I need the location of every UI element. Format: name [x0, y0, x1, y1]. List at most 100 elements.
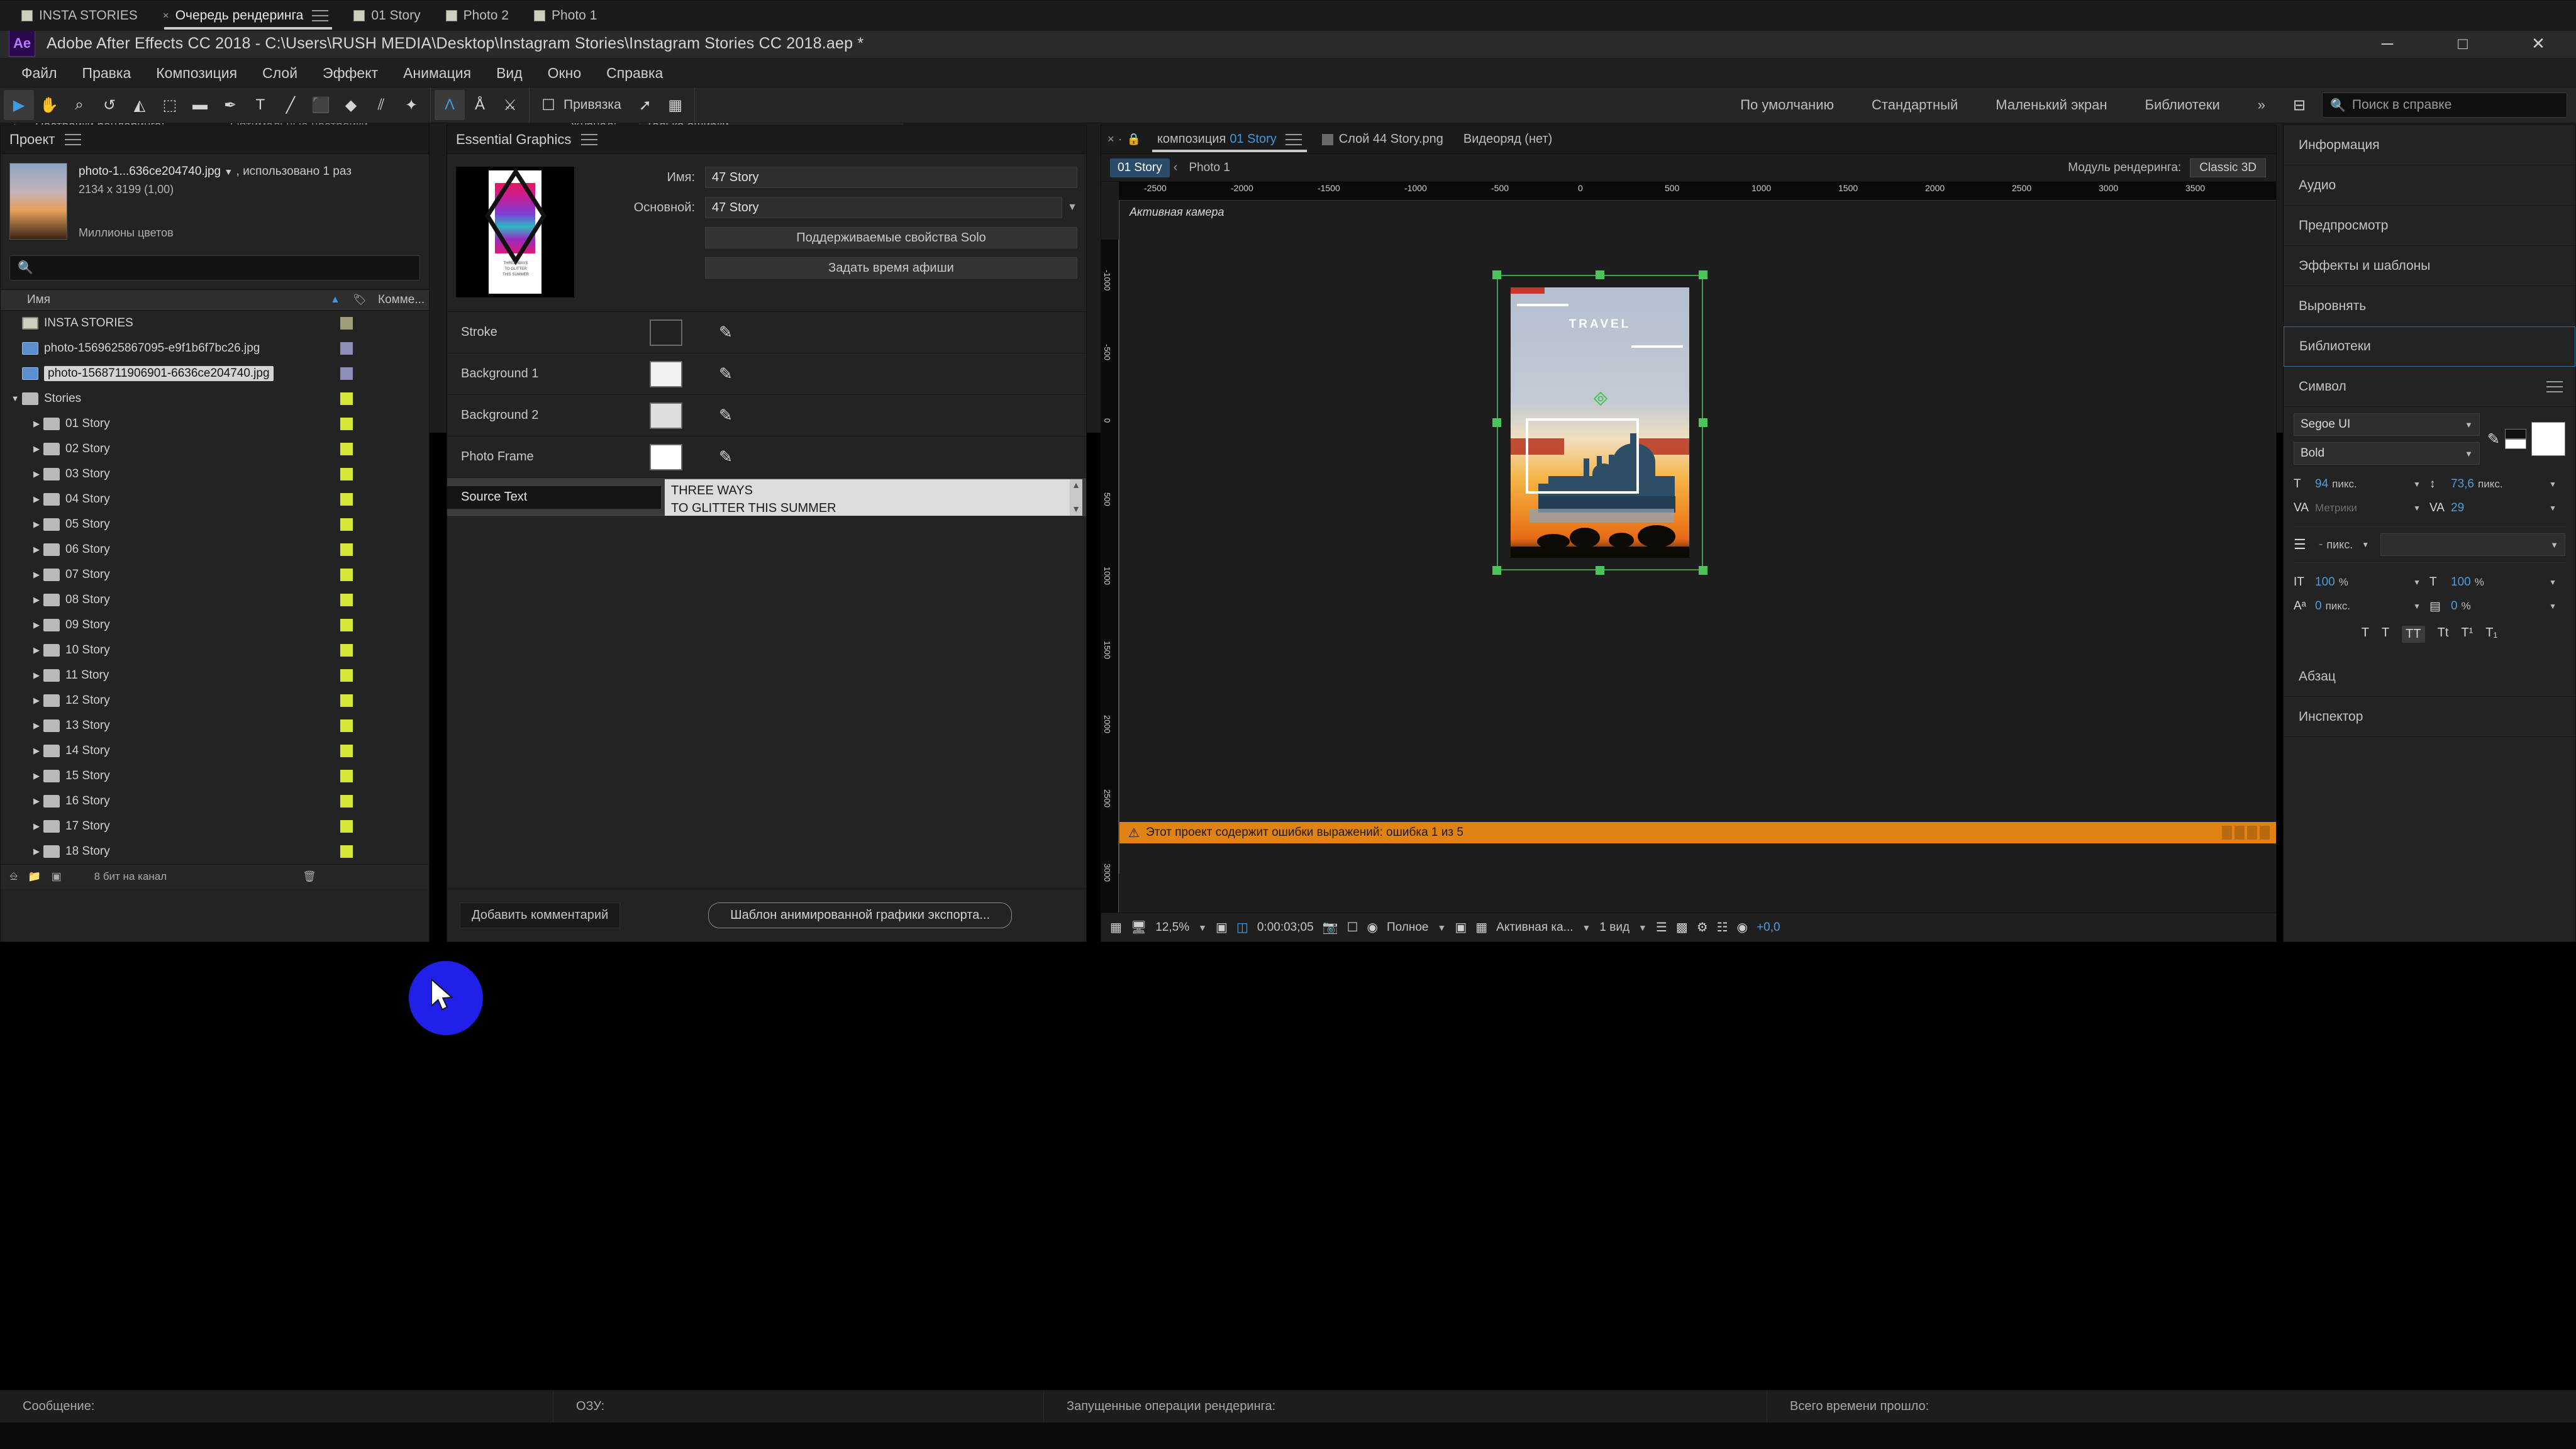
inspector-panel-header[interactable]: Инспектор [2284, 697, 2575, 737]
project-item[interactable]: ▶06 Story [1, 537, 429, 562]
project-item[interactable]: INSTA STORIES [1, 311, 429, 336]
workspace-tab-0[interactable]: По умолчанию [1721, 87, 1853, 123]
transparency-grid-icon[interactable]: ▣ [1455, 919, 1467, 935]
panel-menu-icon[interactable] [581, 134, 597, 145]
project-item-list[interactable]: INSTA STORIESphoto-1569625867095-e9f1b6f… [1, 311, 429, 864]
project-item-label-swatch[interactable] [340, 694, 353, 707]
tab-layer[interactable]: Слой 44 Story.png [1312, 125, 1453, 153]
project-item[interactable]: ▶12 Story [1, 688, 429, 713]
stroke-swatch-small[interactable] [2505, 439, 2526, 449]
always-preview-icon[interactable]: 🖥 [1131, 919, 1146, 935]
project-item[interactable]: ▶07 Story [1, 562, 429, 587]
eg-property-color-swatch[interactable] [650, 319, 682, 346]
active-camera-select[interactable]: Активная ка... [1496, 921, 1573, 935]
pan-behind-tool[interactable]: ⬚ [155, 90, 185, 120]
character-style-button-5[interactable]: T₁ [2485, 626, 2497, 643]
project-item[interactable]: ▼Stories [1, 386, 429, 411]
delete-icon[interactable]: 🗑 [303, 870, 316, 883]
project-item[interactable]: ▶15 Story [1, 763, 429, 789]
handle-middle-right[interactable] [1699, 418, 1707, 427]
vertical-scale-control[interactable]: IT 100 % ▼ [2294, 570, 2429, 594]
project-item-label-swatch[interactable] [340, 367, 353, 380]
project-item[interactable]: ▶18 Story [1, 839, 429, 864]
current-time-value[interactable]: 0:00:03;05 [1257, 921, 1314, 935]
rotation-tool[interactable]: ↺ [94, 90, 125, 120]
eyedropper-icon[interactable]: ✎ [719, 323, 733, 342]
help-search-input[interactable]: 🔍Поиск в справке [2322, 92, 2567, 118]
column-name[interactable]: Имя [27, 293, 50, 307]
zoom-tool[interactable]: ⌕ [64, 90, 94, 120]
selection-tool[interactable]: ▶ [4, 90, 34, 120]
puppet-pin-tool[interactable]: ✦ [396, 90, 426, 120]
menu-item-4[interactable]: Эффект [310, 61, 391, 86]
snapping-checkbox-icon[interactable]: ☐ [533, 90, 564, 120]
eg-source-text-input[interactable]: THREE WAYS TO GLITTER THIS SUMMER ▲▼ [665, 479, 1082, 516]
chevron-down-icon[interactable]: ▼ [1198, 923, 1207, 933]
eyedropper-icon[interactable]: ✎ [719, 364, 733, 384]
exposure-value[interactable]: +0,0 [1757, 921, 1780, 935]
handle-top-right[interactable] [1699, 270, 1707, 279]
puppet-starch-tool[interactable]: Å [465, 90, 495, 120]
disclosure-closed-icon[interactable]: ▶ [30, 746, 43, 756]
disclosure-closed-icon[interactable]: ▶ [30, 821, 43, 831]
horizontal-scale-control[interactable]: T 100 % ▼ [2429, 570, 2565, 594]
close-tab-icon[interactable]: × [163, 9, 169, 22]
disclosure-closed-icon[interactable]: ▶ [30, 847, 43, 857]
eg-add-comment-button[interactable]: Добавить комментарий [460, 902, 620, 928]
character-style-button-1[interactable]: T [2382, 626, 2389, 643]
project-item-label-swatch[interactable] [340, 594, 353, 606]
type-tool[interactable]: T [245, 90, 275, 120]
sidebar-item-эффекты-и-шаблоны[interactable]: Эффекты и шаблоны [2284, 246, 2575, 286]
sidebar-item-информация[interactable]: Информация [2284, 125, 2575, 165]
disclosure-closed-icon[interactable]: ▶ [30, 696, 43, 706]
stroke-style-select[interactable]: ▼ [2380, 533, 2565, 556]
region-of-interest-icon[interactable]: ◫ [1236, 919, 1248, 935]
eg-solo-properties-button[interactable]: Поддерживаемые свойства Solo [705, 227, 1077, 248]
disclosure-closed-icon[interactable]: ▶ [30, 570, 43, 580]
disclosure-closed-icon[interactable]: ▶ [30, 419, 43, 429]
project-item[interactable]: ▶16 Story [1, 789, 429, 814]
project-item-label-swatch[interactable] [340, 644, 353, 657]
project-item-label-swatch[interactable] [340, 569, 353, 581]
brush-tool[interactable]: ╱ [275, 90, 306, 120]
project-item-label-swatch[interactable] [340, 418, 353, 430]
project-item[interactable]: ▶01 Story [1, 411, 429, 436]
project-item[interactable]: ▶14 Story [1, 738, 429, 763]
character-panel-header[interactable]: Символ [2284, 367, 2575, 407]
label-tag-icon[interactable]: 🏷 [353, 294, 367, 306]
handle-bottom-left[interactable] [1492, 566, 1501, 575]
project-item-label-swatch[interactable] [340, 518, 353, 531]
character-style-button-4[interactable]: T¹ [2461, 626, 2473, 643]
workspace-tab-3[interactable]: Библиотеки [2126, 87, 2239, 123]
workspace-tab-2[interactable]: Маленький экран [1977, 87, 2126, 123]
eg-property-color-swatch[interactable] [650, 402, 682, 429]
grid-guides-icon[interactable]: ▣ [1216, 919, 1228, 935]
project-item[interactable]: ▶04 Story [1, 487, 429, 512]
project-item-label-swatch[interactable] [340, 719, 353, 732]
baseline-shift-control[interactable]: Aᵃ 0 пикс. ▼ [2294, 594, 2429, 618]
project-item-label-swatch[interactable] [340, 342, 353, 355]
zoom-level-value[interactable]: 12,5% [1155, 921, 1189, 935]
menu-item-1[interactable]: Правка [70, 61, 144, 86]
project-item[interactable]: photo-1568711906901-6636ce204740.jpg [1, 361, 429, 386]
disclosure-closed-icon[interactable]: ▶ [30, 620, 43, 630]
disclosure-closed-icon[interactable]: ▶ [30, 545, 43, 555]
mask-path-icon[interactable]: ▦ [1475, 919, 1487, 935]
character-style-button-3[interactable]: Tt [2438, 626, 2449, 643]
font-family-select[interactable]: Segoe UI ▼ [2294, 413, 2480, 436]
snapshot-camera-icon[interactable]: 📷 [1323, 919, 1338, 935]
channel-rgb-icon[interactable]: ◉ [1367, 919, 1378, 935]
chevron-down-icon[interactable]: ▼ [1437, 923, 1446, 933]
handle-top-center[interactable] [1596, 270, 1604, 279]
project-item-label-swatch[interactable] [340, 795, 353, 808]
tsume-control[interactable]: ▤ 0 % ▼ [2429, 594, 2565, 618]
eg-name-input[interactable]: 47 Story [705, 167, 1077, 188]
font-size-control[interactable]: T 94 пикс. ▼ [2294, 472, 2429, 496]
tracking-control[interactable]: VA 29 ▼ [2429, 496, 2565, 520]
project-item-label-swatch[interactable] [340, 317, 353, 330]
project-item-label-swatch[interactable] [340, 619, 353, 631]
project-item[interactable]: ▶09 Story [1, 613, 429, 638]
project-item[interactable]: ▶10 Story [1, 638, 429, 663]
menu-item-2[interactable]: Композиция [143, 61, 250, 86]
handle-top-left[interactable] [1492, 270, 1501, 279]
